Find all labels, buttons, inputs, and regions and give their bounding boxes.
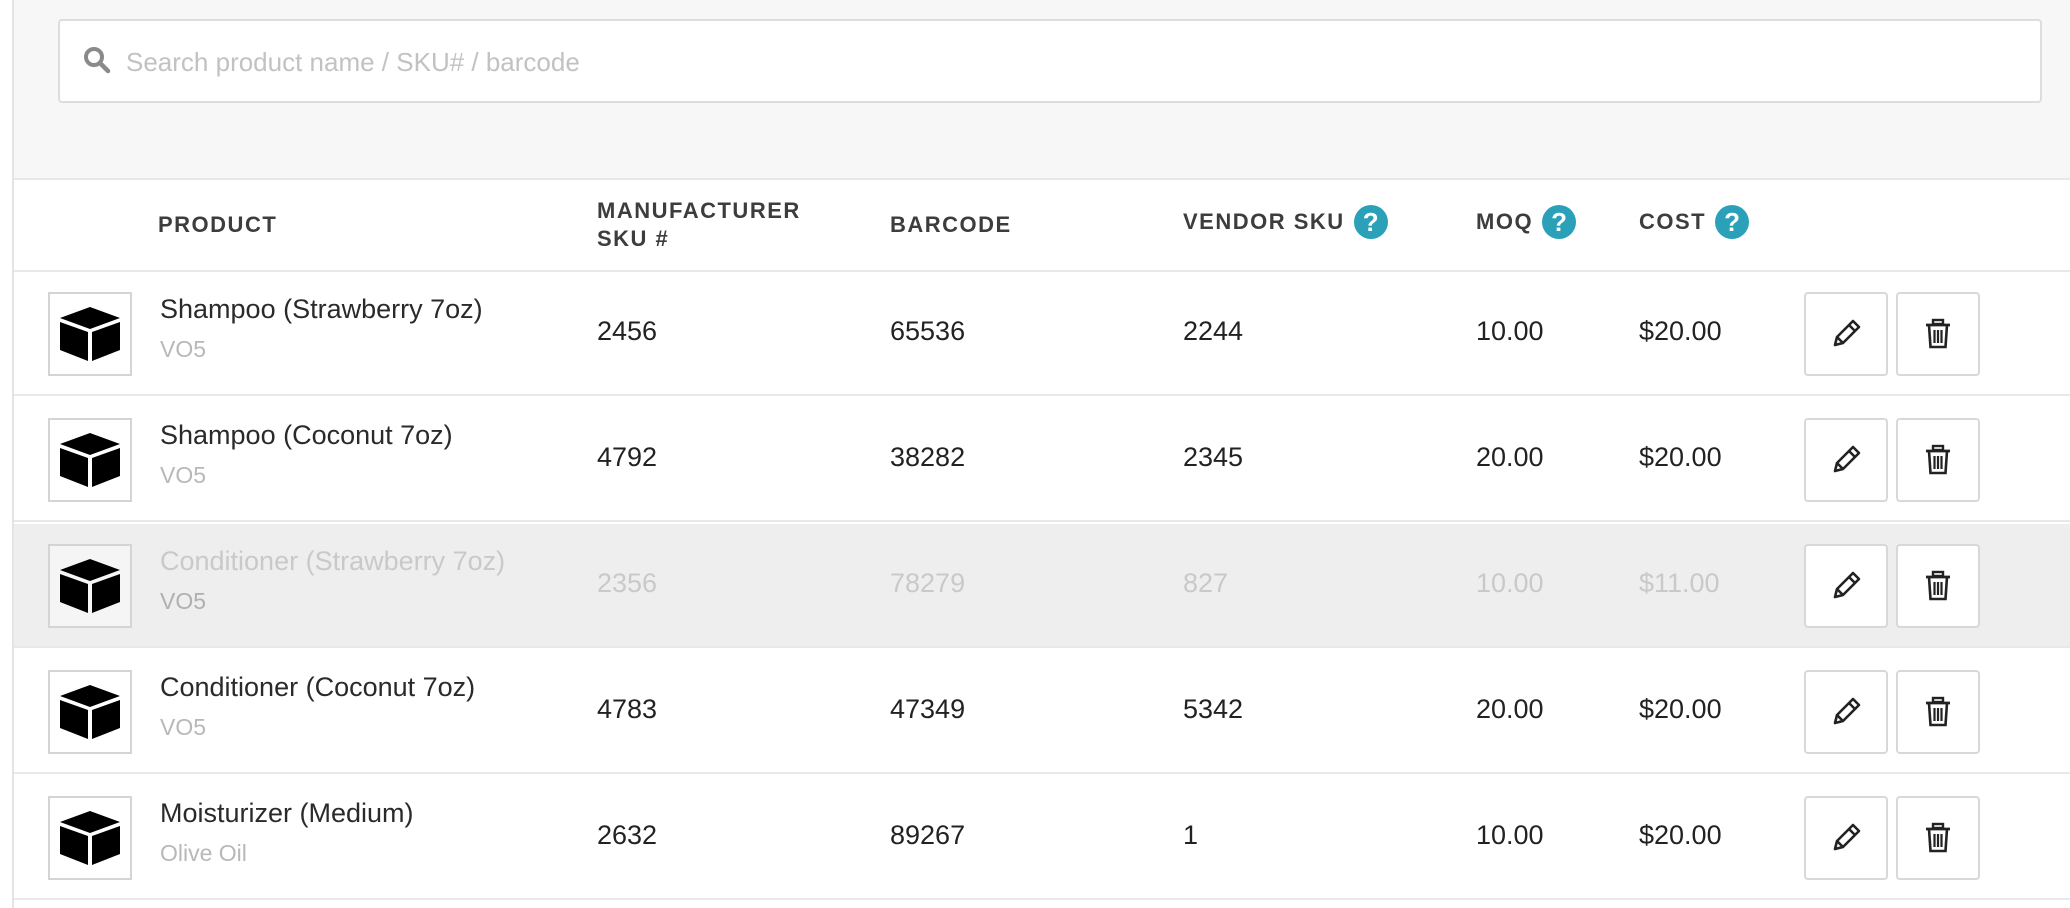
cost-cell: $11.00 — [1639, 568, 1720, 598]
column-header-vendor-sku-label: VENDOR SKU — [1183, 209, 1345, 234]
box-icon — [60, 307, 120, 361]
manufacturer-sku-cell: 4792 — [597, 442, 658, 472]
search-icon — [84, 47, 111, 74]
moq-cell: 20.00 — [1476, 694, 1544, 724]
product-thumbnail — [48, 418, 132, 502]
moq-cell: 20.00 — [1476, 442, 1544, 472]
product-brand: Olive Oil — [160, 840, 247, 866]
pencil-icon — [1833, 319, 1861, 347]
cost-cell: $20.00 — [1639, 694, 1722, 724]
moq-cell: 10.00 — [1476, 820, 1544, 850]
table-row: Shampoo (Strawberry 7oz) VO5 2456 65536 … — [14, 272, 2070, 396]
help-icon[interactable]: ? — [1353, 205, 1388, 239]
manufacturer-sku-cell: 2632 — [597, 820, 658, 850]
table-row-disabled: Conditioner (Strawberry 7oz) VO5 2356 78… — [14, 524, 2070, 648]
product-name: Moisturizer (Medium) — [160, 798, 414, 828]
product-brand: VO5 — [160, 588, 207, 614]
delete-button[interactable] — [1896, 670, 1980, 754]
product-name: Shampoo (Strawberry 7oz) — [160, 294, 483, 324]
column-header-cost-label: COST — [1639, 209, 1707, 234]
table-row: Moisturizer (Medium) Olive Oil 2632 8926… — [14, 776, 2070, 900]
pencil-icon — [1833, 571, 1861, 599]
barcode-cell: 65536 — [890, 316, 966, 346]
column-header-manufacturer-sku-line2: SKU # — [597, 226, 670, 251]
box-icon — [60, 559, 120, 613]
product-thumbnail — [48, 292, 132, 376]
barcode-cell: 78279 — [890, 568, 966, 598]
delete-button[interactable] — [1896, 544, 1980, 628]
column-header-vendor-sku: VENDOR SKU ? — [1183, 205, 1388, 239]
pencil-icon — [1833, 445, 1861, 473]
column-header-product: PRODUCT — [158, 212, 278, 237]
trash-icon — [1926, 570, 1950, 601]
edit-button[interactable] — [1804, 544, 1888, 628]
delete-button[interactable] — [1896, 796, 1980, 880]
column-header-manufacturer-sku: MANUFACTURER SKU # — [597, 197, 801, 253]
product-thumbnail — [48, 670, 132, 754]
box-icon — [60, 811, 120, 865]
barcode-cell: 38282 — [890, 442, 966, 472]
vendor-sku-cell: 2244 — [1183, 316, 1244, 346]
column-header-barcode: BARCODE — [890, 212, 1012, 237]
pencil-icon — [1833, 823, 1861, 851]
barcode-cell: 47349 — [890, 694, 966, 724]
column-header-moq: MOQ ? — [1476, 205, 1577, 239]
search-input[interactable] — [124, 39, 2008, 85]
box-icon — [60, 685, 120, 739]
table-row: Conditioner (Coconut 7oz) VO5 4783 47349… — [14, 650, 2070, 774]
vendor-sku-cell: 2345 — [1183, 442, 1244, 472]
trash-icon — [1926, 318, 1950, 349]
product-thumbnail — [48, 796, 132, 880]
barcode-cell: 89267 — [890, 820, 966, 850]
manufacturer-sku-cell: 2456 — [597, 316, 658, 346]
table-row: Shampoo (Coconut 7oz) VO5 4792 38282 234… — [14, 398, 2070, 522]
help-icon[interactable]: ? — [1715, 205, 1750, 239]
trash-icon — [1926, 822, 1950, 853]
vendor-sku-cell: 1 — [1183, 820, 1199, 850]
product-brand: VO5 — [160, 462, 207, 488]
moq-cell: 10.00 — [1476, 316, 1544, 346]
cost-cell: $20.00 — [1639, 442, 1722, 472]
delete-button[interactable] — [1896, 418, 1980, 502]
vendor-sku-cell: 827 — [1183, 568, 1229, 598]
moq-cell: 10.00 — [1476, 568, 1544, 598]
column-header-moq-label: MOQ — [1476, 209, 1534, 234]
column-header-manufacturer-sku-line1: MANUFACTURER — [597, 198, 801, 223]
product-name: Shampoo (Coconut 7oz) — [160, 420, 453, 450]
trash-icon — [1926, 444, 1950, 475]
help-icon[interactable]: ? — [1542, 205, 1577, 239]
box-icon — [60, 433, 120, 487]
manufacturer-sku-cell: 4783 — [597, 694, 658, 724]
cost-cell: $20.00 — [1639, 820, 1722, 850]
product-thumbnail — [48, 544, 132, 628]
search-bar-area — [14, 0, 2070, 180]
manufacturer-sku-cell: 2356 — [597, 568, 658, 598]
trash-icon — [1926, 696, 1950, 727]
edit-button[interactable] — [1804, 796, 1888, 880]
product-name: Conditioner (Coconut 7oz) — [160, 672, 476, 702]
delete-button[interactable] — [1896, 292, 1980, 376]
cost-cell: $20.00 — [1639, 316, 1722, 346]
edit-button[interactable] — [1804, 292, 1888, 376]
column-header-cost: COST ? — [1639, 205, 1750, 239]
product-brand: VO5 — [160, 714, 207, 740]
vendor-sku-cell: 5342 — [1183, 694, 1244, 724]
search-box[interactable] — [58, 19, 2042, 103]
product-brand: VO5 — [160, 336, 207, 362]
product-name: Conditioner (Strawberry 7oz) — [160, 546, 506, 576]
table-header: PRODUCT MANUFACTURER SKU # BARCODE VENDO… — [14, 180, 2070, 272]
edit-button[interactable] — [1804, 418, 1888, 502]
pencil-icon — [1833, 697, 1861, 725]
edit-button[interactable] — [1804, 670, 1888, 754]
